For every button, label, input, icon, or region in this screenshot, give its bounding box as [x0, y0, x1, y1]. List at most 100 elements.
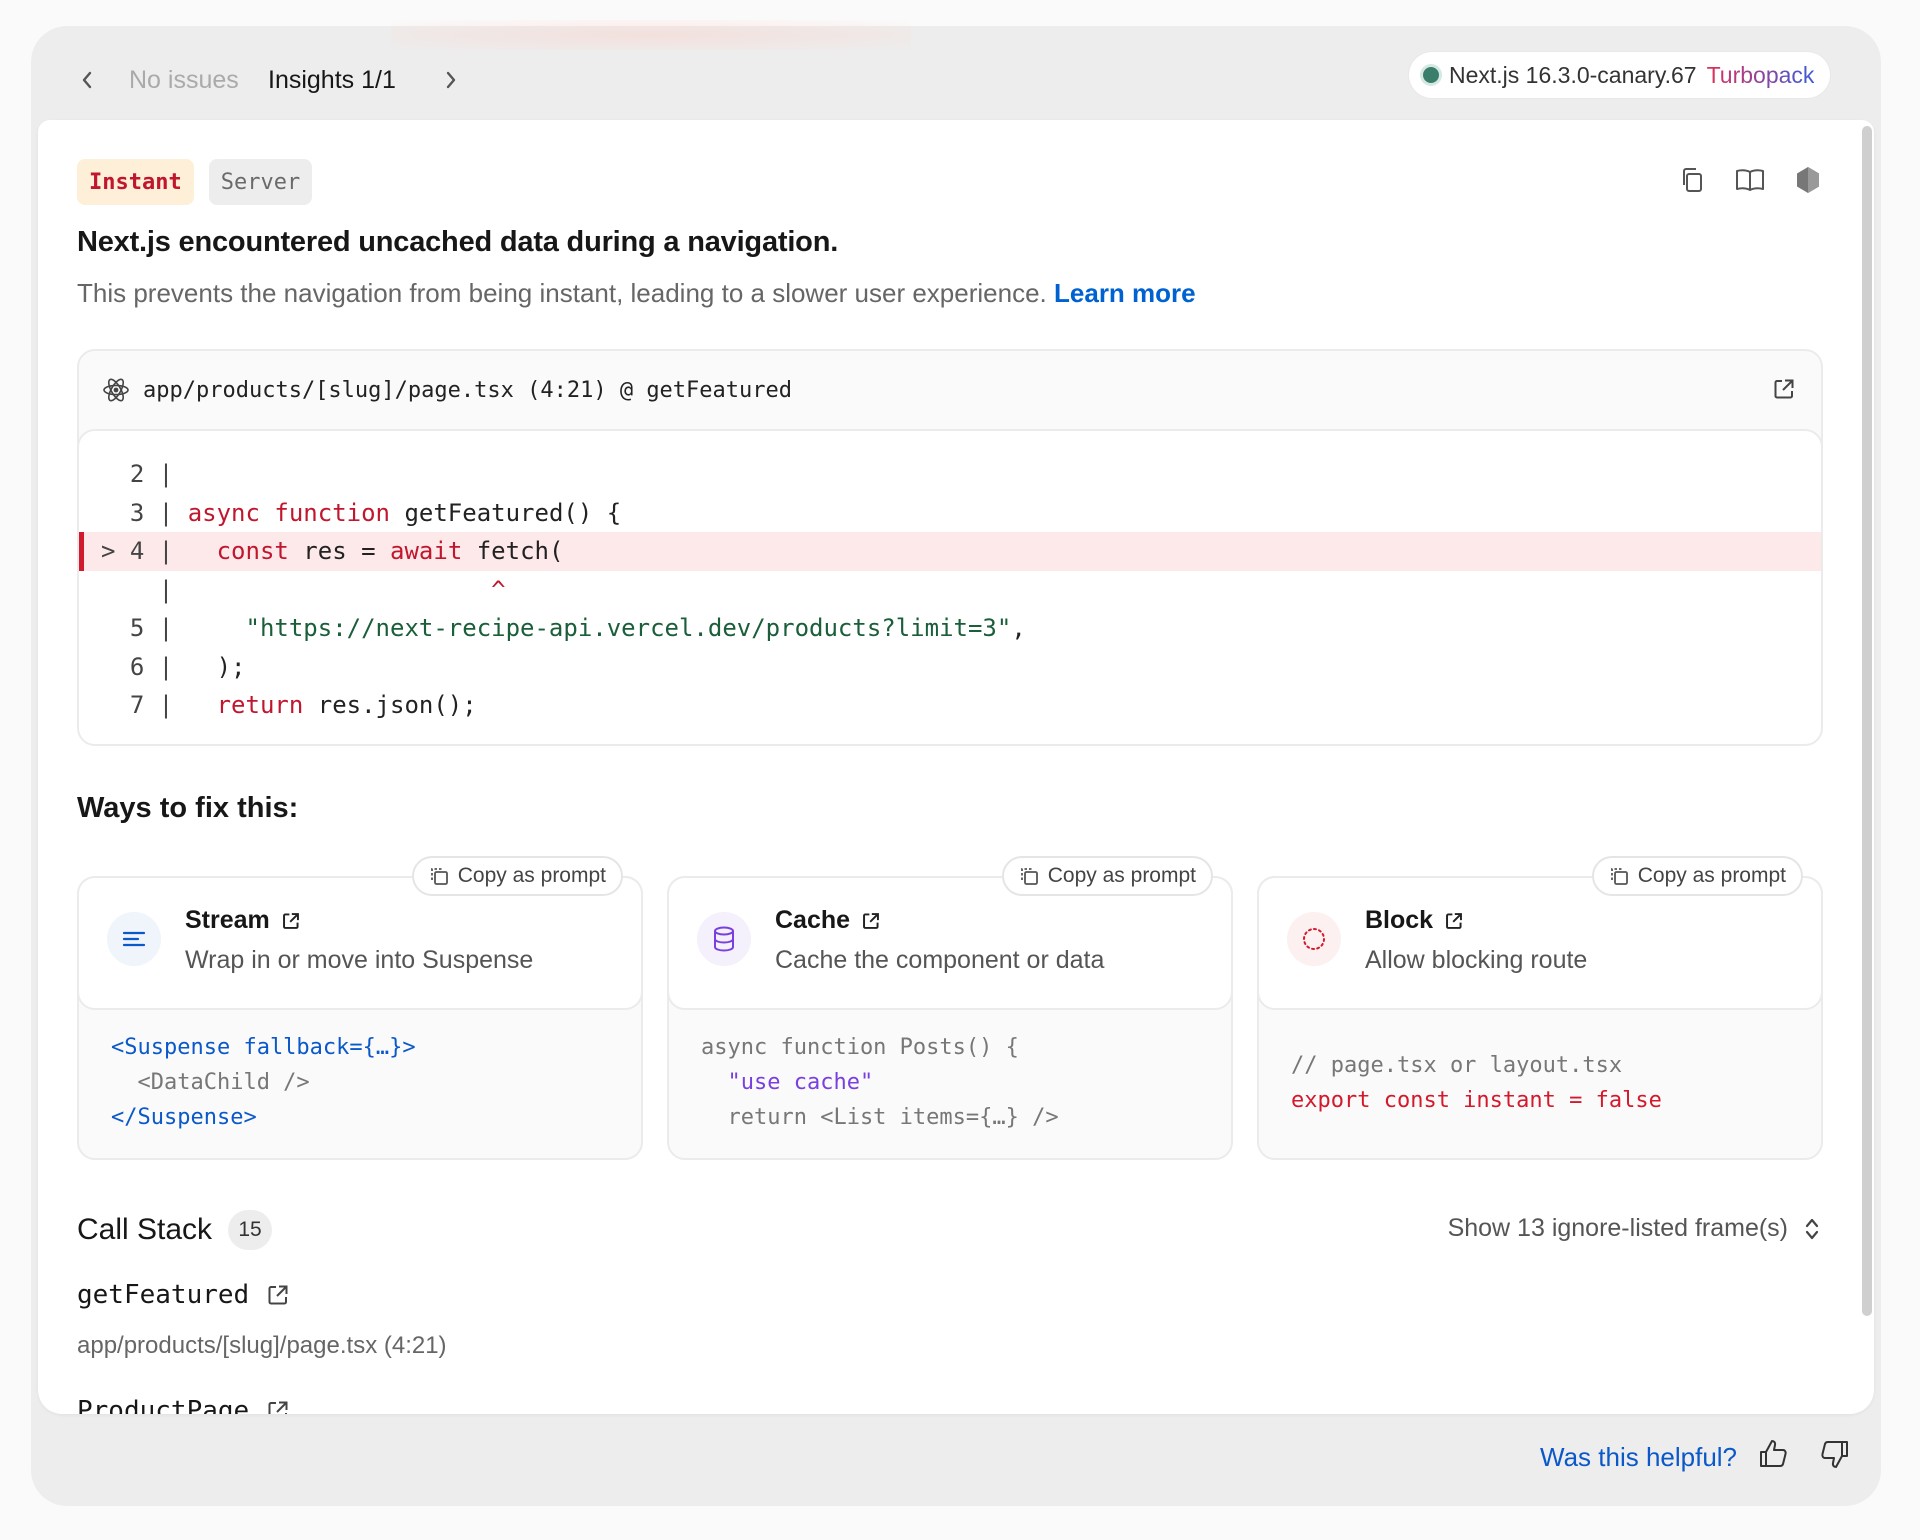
insight-card: Instant Server Next.js encountered uncac…: [38, 120, 1874, 1414]
thumbs-up-icon: [1760, 1440, 1787, 1467]
external-link-icon: [268, 1285, 288, 1305]
tab-no-issues[interactable]: No issues: [129, 66, 239, 95]
next-issue-button[interactable]: [431, 60, 471, 100]
server-badge: Server: [208, 159, 313, 205]
fix-option-name: Block: [1365, 906, 1434, 934]
snippet-token: // page.tsx or layout.tsx: [1291, 1053, 1623, 1078]
code-token: ,: [1011, 614, 1026, 642]
thumbs-up-button[interactable]: [1753, 1434, 1793, 1474]
code-token: function: [274, 498, 390, 527]
copy-prompt-icon: [1610, 868, 1628, 885]
error-title: Next.js encountered uncached data during…: [77, 226, 839, 258]
snippet-token: <DataChild />: [111, 1070, 310, 1095]
dev-overlay: No issues Insights 1/1 Next.js 16.3.0-ca…: [31, 20, 1881, 1506]
snippet-line: async function Posts() {: [701, 1030, 1059, 1065]
line-gutter: 3 |: [101, 498, 188, 527]
version-indicator[interactable]: Next.js 16.3.0-canary.67 Turbopack: [1409, 52, 1831, 98]
code-token: );: [187, 652, 246, 681]
thumbs-down-icon: [1821, 1441, 1848, 1468]
react-icon: [103, 378, 129, 402]
code-token: const: [216, 537, 289, 565]
fix-option-block: Copy as prompt Block Allow blocking rout…: [1257, 856, 1823, 1160]
code-line-error: > 4 | const res = await fetch(: [79, 532, 1821, 571]
copy-prompt-icon: [1020, 868, 1038, 885]
line-gutter: 7 |: [101, 691, 188, 719]
code-line: 7 | return res.json();: [79, 686, 1821, 725]
code-token: return: [216, 691, 304, 719]
snippet-token: export const instant = false: [1291, 1088, 1662, 1113]
code-token: "https://next-recipe-api.vercel.dev/prod…: [245, 614, 1012, 642]
database-icon: [697, 912, 751, 966]
external-link-icon: [268, 1401, 288, 1414]
frame-function-name: getFeatured: [77, 1280, 250, 1310]
snippet-line: return <List items={…} />: [701, 1100, 1059, 1135]
badges: Instant Server: [77, 159, 313, 205]
book-icon: [1736, 169, 1764, 191]
fix-option-code: <Suspense fallback={…}> <DataChild /> </S…: [111, 1030, 416, 1135]
fix-option-header: Cache Cache the component or data: [667, 876, 1233, 1010]
copy-as-prompt-button[interactable]: Copy as prompt: [411, 856, 623, 896]
frame-function-name: ProductPage: [77, 1396, 250, 1414]
copy-as-prompt-button[interactable]: Copy as prompt: [1001, 856, 1213, 896]
snippet-line: export const instant = false: [1291, 1083, 1662, 1118]
call-stack-frame[interactable]: getFeatured: [77, 1280, 289, 1310]
nextjs-version: Next.js 16.3.0-canary.67: [1449, 61, 1697, 88]
code-token: res =: [288, 537, 391, 565]
fix-option-name: Cache: [775, 906, 851, 934]
snippet-line: "use cache": [701, 1065, 1059, 1100]
copy-as-prompt-label: Copy as prompt: [457, 864, 606, 887]
fix-option-header: Block Allow blocking route: [1257, 876, 1823, 1010]
code-token: async: [187, 498, 260, 527]
learn-more-link[interactable]: Learn more: [1054, 278, 1196, 308]
snippet-token: <Suspense fallback={…}>: [111, 1035, 416, 1060]
copy-as-prompt-button[interactable]: Copy as prompt: [1591, 856, 1803, 896]
bundler-label: Turbopack: [1706, 61, 1815, 88]
stream-icon: [107, 912, 161, 966]
line-gutter: 6 |: [101, 652, 188, 681]
fix-option-code: // page.tsx or layout.tsx export const in…: [1291, 1048, 1662, 1118]
fix-option-cache: Copy as prompt Cache Cache the component…: [667, 856, 1233, 1160]
fix-option-name: Stream: [185, 906, 270, 934]
open-in-editor-button[interactable]: [1773, 378, 1795, 405]
error-description: This prevents the navigation from being …: [77, 278, 1196, 309]
ways-to-fix-title: Ways to fix this:: [77, 792, 299, 824]
code-token: await: [390, 537, 463, 565]
external-link-icon: [1446, 912, 1463, 929]
nodejs-inspector-button[interactable]: [1792, 164, 1824, 196]
frame-location: app/products/[slug]/page.tsx (4:21): [77, 1332, 447, 1359]
scrollbar[interactable]: [1862, 126, 1872, 1316]
call-stack-frame[interactable]: ProductPage: [77, 1396, 289, 1414]
previous-issue-button[interactable]: [67, 60, 107, 100]
thumbs-down-button[interactable]: [1815, 1434, 1855, 1474]
snippet-token: return <List items={…} />: [701, 1105, 1059, 1130]
loader-icon: [1287, 912, 1341, 966]
line-gutter: 2 |: [101, 460, 188, 488]
fix-option-header: Stream Wrap in or move into Suspense: [77, 876, 643, 1010]
copy-as-prompt-label: Copy as prompt: [1637, 864, 1786, 887]
code-line: | ^: [79, 571, 1821, 610]
external-link-icon: [863, 912, 879, 929]
snippet-token: </Suspense>: [111, 1105, 257, 1130]
instant-badge: Instant: [77, 159, 194, 205]
tab-insights[interactable]: Insights 1/1: [268, 66, 396, 95]
call-stack-label: Call Stack: [77, 1213, 213, 1246]
code-frame-body: 2 | 3 | async function getFeatured() {> …: [79, 429, 1821, 744]
copy-icon: [1683, 168, 1702, 192]
fix-option-title[interactable]: Cache: [775, 906, 880, 935]
show-ignored-frames-toggle[interactable]: Show 13 ignore-listed frame(s): [1448, 1214, 1820, 1243]
fix-option-title[interactable]: Stream: [185, 906, 300, 935]
copy-button[interactable]: [1676, 164, 1708, 196]
chevron-right-icon: [446, 71, 456, 89]
external-link-icon: [1774, 379, 1794, 399]
error-description-text: This prevents the navigation from being …: [77, 278, 1047, 308]
status-dot-icon: [1423, 67, 1439, 83]
call-stack-title: Call Stack 15: [77, 1210, 273, 1250]
fix-option-title[interactable]: Block: [1365, 906, 1463, 935]
docs-button[interactable]: [1734, 164, 1766, 196]
code-frame-header: app/products/[slug]/page.tsx (4:21) @ ge…: [79, 351, 1821, 429]
code-line: 5 | "https://next-recipe-api.vercel.dev/…: [79, 609, 1821, 648]
